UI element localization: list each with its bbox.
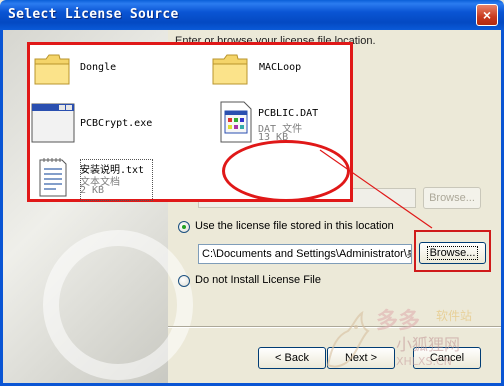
annotation-arrow bbox=[319, 149, 433, 229]
